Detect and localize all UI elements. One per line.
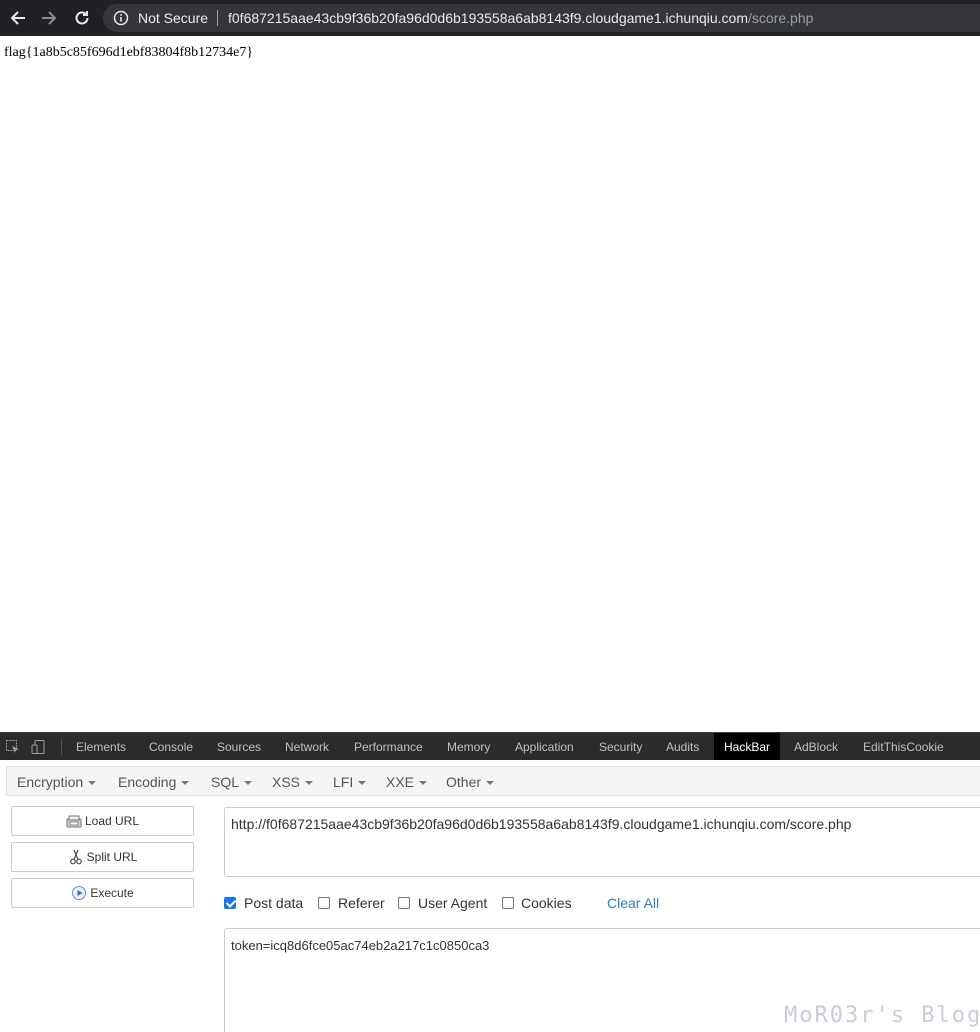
address-separator — [217, 10, 218, 26]
referer-label[interactable]: Referer — [338, 895, 385, 911]
tab-audits[interactable]: Audits — [666, 733, 699, 761]
hackbar-panel: Encryption Encoding SQL XSS LFI XXE Othe… — [0, 760, 980, 1032]
cookies-checkbox[interactable] — [502, 897, 514, 909]
menu-xss-label: XSS — [272, 774, 301, 790]
menu-sql[interactable]: SQL — [211, 774, 253, 790]
tab-network[interactable]: Network — [285, 733, 329, 761]
tab-memory[interactable]: Memory — [447, 733, 490, 761]
address-url[interactable]: f0f687215aae43cb9f36b20fa96d0d6b193558a6… — [228, 10, 813, 26]
post-data-checkbox[interactable] — [224, 897, 236, 909]
caret-down-icon — [305, 781, 314, 786]
back-button[interactable] — [6, 6, 30, 30]
menu-other[interactable]: Other — [446, 774, 495, 790]
load-url-label: Load URL — [84, 814, 140, 828]
user-agent-checkbox[interactable] — [398, 897, 410, 909]
hackbar-menu-bar: Encryption Encoding SQL XSS LFI XXE Othe… — [6, 766, 980, 796]
url-textarea[interactable]: http://f0f687215aae43cb9f36b20fa96d0d6b1… — [224, 807, 980, 877]
reload-button[interactable] — [70, 6, 94, 30]
menu-lfi[interactable]: LFI — [333, 774, 367, 790]
menu-encryption[interactable]: Encryption — [17, 774, 97, 790]
inspect-element-icon[interactable] — [5, 739, 21, 755]
tab-hackbar[interactable]: HackBar — [714, 733, 781, 761]
menu-sql-label: SQL — [211, 774, 240, 790]
post-data-label[interactable]: Post data — [244, 895, 303, 911]
tab-editthiscookie[interactable]: EditThisCookie — [863, 733, 944, 761]
load-url-icon — [66, 813, 82, 829]
user-agent-label[interactable]: User Agent — [418, 895, 487, 911]
tab-sources[interactable]: Sources — [217, 733, 261, 761]
cookies-label[interactable]: Cookies — [521, 895, 572, 911]
url-host: f0f687215aae43cb9f36b20fa96d0d6b193558a6… — [228, 10, 749, 26]
browser-toolbar: Not Secure f0f687215aae43cb9f36b20fa96d0… — [0, 0, 980, 36]
execute-button[interactable]: Execute — [11, 878, 194, 908]
caret-down-icon — [88, 781, 97, 786]
watermark: MoR03r's Blog — [784, 1003, 980, 1028]
menu-xxe-label: XXE — [386, 774, 415, 790]
device-toolbar-icon[interactable] — [31, 739, 47, 755]
execute-label: Execute — [90, 886, 134, 900]
devtools-tab-bar: Elements Console Sources Network Perform… — [0, 732, 980, 761]
tab-security[interactable]: Security — [599, 733, 642, 761]
tab-elements[interactable]: Elements — [76, 733, 126, 761]
split-url-label: Split URL — [86, 850, 138, 864]
referer-checkbox[interactable] — [318, 897, 330, 909]
info-icon — [113, 10, 129, 26]
clear-all-link[interactable]: Clear All — [607, 895, 659, 911]
play-icon — [71, 885, 87, 901]
scissors-icon — [68, 849, 84, 865]
load-url-button[interactable]: Load URL — [11, 806, 194, 836]
reload-icon — [75, 11, 89, 25]
caret-down-icon — [419, 781, 428, 786]
forward-arrow-icon — [42, 11, 57, 25]
menu-encryption-label: Encryption — [17, 774, 84, 790]
menu-lfi-label: LFI — [333, 774, 354, 790]
url-path: /score.php — [748, 10, 814, 26]
caret-down-icon — [486, 781, 495, 786]
menu-other-label: Other — [446, 774, 482, 790]
tab-adblock[interactable]: AdBlock — [794, 733, 838, 761]
address-bar[interactable]: Not Secure f0f687215aae43cb9f36b20fa96d0… — [103, 4, 980, 32]
security-status[interactable]: Not Secure — [138, 10, 208, 26]
menu-encoding-label: Encoding — [118, 774, 177, 790]
tab-application[interactable]: Application — [515, 733, 574, 761]
tab-performance[interactable]: Performance — [354, 733, 423, 761]
caret-down-icon — [244, 781, 253, 786]
menu-encoding[interactable]: Encoding — [118, 774, 190, 790]
flag-text: flag{1a8b5c85f696d1ebf83804f8b12734e7} — [4, 45, 254, 60]
back-arrow-icon — [10, 11, 25, 25]
caret-down-icon — [358, 781, 367, 786]
tab-console[interactable]: Console — [149, 733, 193, 761]
menu-xss[interactable]: XSS — [272, 774, 314, 790]
forward-button[interactable] — [37, 6, 61, 30]
split-url-button[interactable]: Split URL — [11, 842, 194, 872]
caret-down-icon — [181, 781, 190, 786]
menu-xxe[interactable]: XXE — [386, 774, 428, 790]
devtools-divider — [61, 739, 62, 755]
